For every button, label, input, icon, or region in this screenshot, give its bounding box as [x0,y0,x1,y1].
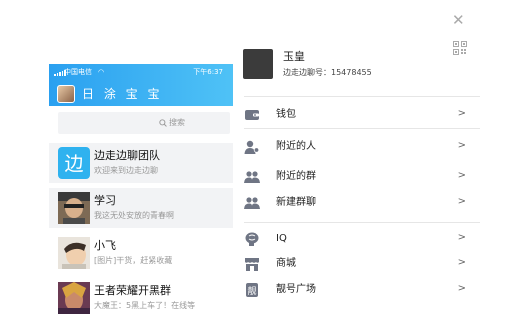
chat-item-study[interactable]: 学习 我这无处安放的青春啊 [49,188,233,228]
profile-name: 玉皇 [283,50,305,63]
chat-name: 王者荣耀开黑群 [94,284,171,297]
menu-item-label: IQ [276,233,287,244]
chevron-right-icon: > [457,196,466,207]
chat-preview: [图片]干货，赶紧收藏 [94,256,173,265]
person-location-icon [244,140,260,154]
shop-icon [245,258,259,271]
carrier-label: 中国电信 [64,68,92,76]
search-placeholder-wrap: 搜索 [159,115,185,131]
chat-preview: 欢迎来到边走边聊 [94,166,158,175]
status-bar: 中国电信 ◠ 下午6:37 [49,68,233,78]
search-bar[interactable]: 搜索 [58,112,230,134]
menu-item-label: 钱包 [276,109,296,120]
chevron-right-icon: > [457,108,466,119]
chevron-right-icon: > [457,140,466,151]
user-avatar[interactable] [57,85,75,103]
chat-item-team[interactable]: 边 边走边聊团队 欢迎来到边走边聊 [49,143,233,183]
chat-name: 边走边聊团队 [94,149,160,162]
wallet-icon [245,110,259,120]
app-header: 中国电信 ◠ 下午6:37 日 涂 宝 宝 [49,64,233,106]
number-tag-icon: 靓 [246,283,258,297]
chevron-right-icon: > [457,232,466,243]
divider [244,222,480,223]
menu-item-label: 靓号广场 [276,284,316,295]
group-icon [244,171,260,183]
chat-list-screen: 中国电信 ◠ 下午6:37 日 涂 宝 宝 搜索 边 边走边聊团队 欢迎来到边走… [49,64,233,318]
chat-item-honor-group[interactable]: 王者荣耀开黑群 大魔王：5黑上车了！在线等 [49,278,233,318]
chat-avatar [58,237,90,269]
divider [244,128,480,129]
menu-item-label: 附近的人 [276,141,316,152]
menu-item-label: 商城 [276,258,296,269]
menu-item-iq[interactable]: IQ > [244,229,474,249]
menu-item-nearby-groups[interactable]: 附近的群 > [244,167,474,187]
chevron-right-icon: > [457,170,466,181]
close-icon[interactable]: ✕ [452,13,465,28]
user-name: 日 涂 宝 宝 [82,87,163,101]
menu-item-label: 附近的群 [276,171,316,182]
search-icon [159,119,167,127]
chat-name: 学习 [94,194,116,207]
profile-avatar[interactable] [243,49,273,79]
status-time: 下午6:37 [193,68,223,76]
svg-text:边: 边 [64,153,83,175]
chat-item-xiaofei[interactable]: 小飞 [图片]干货，赶紧收藏 [49,233,233,273]
menu-item-nearby-people[interactable]: 附近的人 > [244,137,474,157]
svg-text:靓: 靓 [247,285,256,297]
chat-preview: 我这无处安放的青春啊 [94,211,174,220]
menu-item-new-group-chat[interactable]: 新建群聊 > [244,193,474,213]
team-logo-icon: 边 [58,147,90,179]
menu-item-wallet[interactable]: 钱包 > [244,105,474,125]
search-placeholder: 搜索 [169,118,185,127]
chevron-right-icon: > [457,283,466,294]
chat-avatar [58,282,90,314]
chevron-right-icon: > [457,257,466,268]
chat-preview: 大魔王：5黑上车了！在线等 [94,301,196,310]
profile-account: 边走边聊号：15478455 [283,68,372,77]
divider [244,96,480,97]
brain-icon [245,232,259,246]
qr-code-icon[interactable] [453,41,467,55]
menu-item-number-plaza[interactable]: 靓 靓号广场 > [244,280,474,300]
menu-item-label: 新建群聊 [276,197,316,208]
group-add-icon [244,197,260,209]
menu-item-shop[interactable]: 商城 > [244,254,474,274]
chat-name: 小飞 [94,239,116,252]
wifi-icon: ◠ [98,68,105,76]
chat-avatar [58,192,90,224]
